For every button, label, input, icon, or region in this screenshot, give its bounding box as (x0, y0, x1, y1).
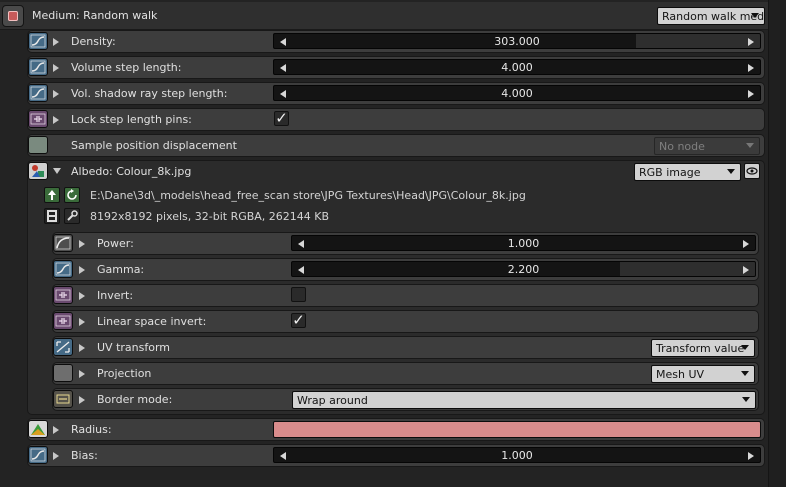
chevron-down-icon (741, 345, 749, 350)
expand-arrow-icon[interactable] (79, 292, 85, 300)
expand-arrow-icon[interactable] (79, 240, 85, 248)
linear-invert-label: Linear space invert: (97, 315, 207, 328)
medium-title: Medium: Random walk (32, 9, 158, 22)
reload-upload-icon[interactable] (44, 187, 60, 203)
shadow-ray-step-label: Vol. shadow ray step length: (71, 87, 228, 100)
curve-icon[interactable] (28, 58, 48, 76)
increment-arrow-icon[interactable] (748, 452, 754, 460)
curve-icon[interactable] (28, 84, 48, 102)
uv-transform-dropdown[interactable]: Transform value (651, 339, 755, 357)
density-slider[interactable]: 303.000 (273, 33, 761, 49)
empty-node-icon[interactable] (28, 136, 48, 154)
density-label: Density: (71, 35, 116, 48)
toggle-icon[interactable] (53, 286, 73, 304)
invert-label: Invert: (97, 289, 134, 302)
expand-arrow-icon[interactable] (79, 344, 85, 352)
border-mode-value: Wrap around (297, 394, 368, 407)
reload-icon[interactable] (64, 187, 80, 203)
medium-type-dropdown[interactable]: Random walk medium (657, 7, 765, 25)
uv-transform-label: UV transform (97, 341, 170, 354)
expand-arrow-icon[interactable] (79, 370, 85, 378)
volume-step-slider[interactable]: 4.000 (273, 59, 761, 75)
increment-arrow-icon[interactable] (743, 240, 749, 248)
enum-icon[interactable] (53, 390, 73, 408)
film-strip-icon[interactable] (44, 208, 60, 224)
bias-slider[interactable]: 1.000 (273, 447, 761, 463)
transform-icon[interactable] (53, 338, 73, 356)
eye-icon[interactable] (744, 163, 760, 179)
expand-arrow-icon[interactable] (53, 116, 59, 124)
chevron-down-icon (727, 169, 735, 174)
sample-displacement-label: Sample position displacement (71, 139, 237, 152)
expand-arrow-icon[interactable] (53, 90, 59, 98)
node-dropdown[interactable]: No node (654, 137, 760, 155)
empty-node-icon[interactable] (53, 364, 73, 382)
increment-arrow-icon[interactable] (748, 64, 754, 72)
expand-arrow-icon[interactable] (79, 318, 85, 326)
rgb-color-icon[interactable] (28, 420, 48, 438)
chevron-down-icon (742, 397, 750, 402)
curve-icon[interactable] (53, 260, 73, 278)
volume-step-label: Volume step length: (71, 61, 182, 74)
gamma-label: Gamma: (97, 263, 145, 276)
invert-checkbox[interactable] (291, 287, 306, 302)
border-mode-dropdown[interactable]: Wrap around (292, 391, 756, 409)
toggle-icon[interactable] (28, 110, 48, 128)
invert-row (52, 284, 759, 307)
medium-node-icon[interactable] (2, 5, 24, 27)
radius-label: Radius: (71, 423, 112, 436)
scrollbar[interactable] (768, 0, 786, 487)
border-mode-label: Border mode: (97, 393, 173, 406)
albedo-type-value: RGB image (639, 166, 701, 179)
radius-color-swatch[interactable] (273, 421, 761, 438)
linear-invert-checkbox[interactable]: ✓ (291, 313, 306, 328)
power-slider[interactable]: 1.000 (291, 235, 756, 251)
albedo-image-info: 8192x8192 pixels, 32-bit RGBA, 262144 KB (90, 210, 330, 223)
collapse-arrow-icon[interactable] (53, 168, 61, 174)
shadow-ray-step-value: 4.000 (501, 87, 533, 100)
volume-step-value: 4.000 (501, 61, 533, 74)
expand-arrow-icon[interactable] (79, 396, 85, 404)
power-value: 1.000 (507, 237, 540, 250)
uv-transform-value: Transform value (656, 342, 745, 355)
medium-header: Medium: Random walk Random walk medium (0, 2, 768, 30)
gamma-value: 2.200 (507, 263, 540, 276)
chevron-down-icon (741, 371, 749, 376)
curve-icon[interactable] (28, 446, 48, 464)
density-value: 303.000 (494, 35, 540, 48)
wrench-icon[interactable] (64, 208, 80, 224)
power-curve-icon[interactable] (53, 234, 73, 252)
power-label: Power: (97, 237, 134, 250)
chevron-down-icon (746, 143, 754, 148)
expand-arrow-icon[interactable] (79, 266, 85, 274)
expand-arrow-icon[interactable] (53, 426, 59, 434)
toggle-icon[interactable] (53, 312, 73, 330)
albedo-label: Albedo: Colour_8k.jpg (71, 165, 192, 178)
node-dropdown-value: No node (659, 140, 705, 153)
curve-icon[interactable] (28, 32, 48, 50)
bias-label: Bias: (71, 449, 98, 462)
chevron-down-icon (751, 13, 759, 18)
texture-node-icon[interactable] (28, 162, 48, 180)
projection-label: Projection (97, 367, 152, 380)
lock-step-label: Lock step length pins: (71, 113, 192, 126)
increment-arrow-icon[interactable] (743, 266, 749, 274)
albedo-file-path: E:\Dane\3d\_models\head_free_scan store\… (90, 189, 526, 202)
lock-step-checkbox[interactable]: ✓ (274, 111, 289, 126)
projection-value: Mesh UV (656, 368, 705, 381)
increment-arrow-icon[interactable] (748, 90, 754, 98)
expand-arrow-icon[interactable] (53, 38, 59, 46)
bias-value: 1.000 (501, 449, 533, 462)
increment-arrow-icon[interactable] (748, 38, 754, 46)
albedo-type-dropdown[interactable]: RGB image (634, 163, 741, 181)
expand-arrow-icon[interactable] (53, 452, 59, 460)
expand-arrow-icon[interactable] (53, 64, 59, 72)
projection-dropdown[interactable]: Mesh UV (651, 365, 755, 383)
medium-type-value: Random walk medium (662, 10, 765, 23)
shadow-ray-step-slider[interactable]: 4.000 (273, 85, 761, 101)
gamma-slider[interactable]: 2.200 (291, 261, 756, 277)
